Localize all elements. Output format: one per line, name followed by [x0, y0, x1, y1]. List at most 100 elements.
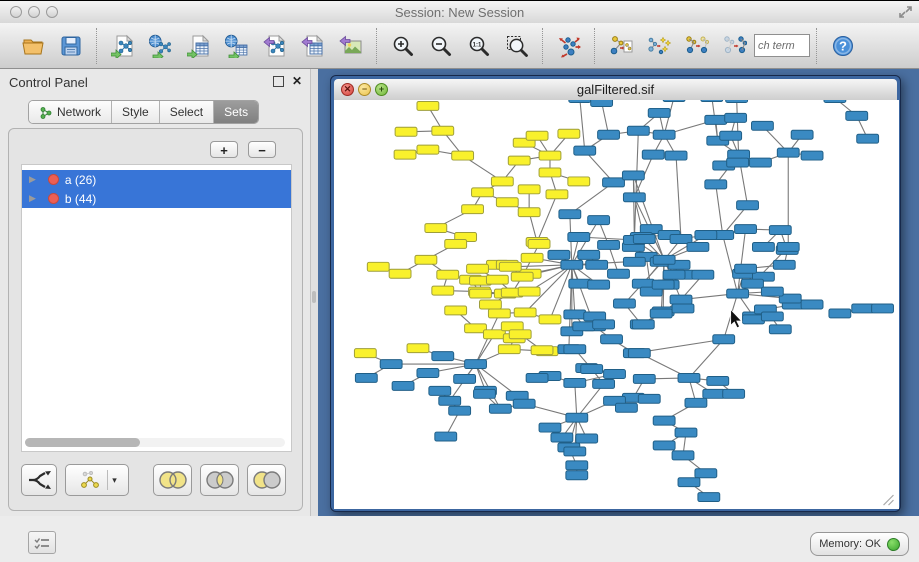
- tab-network[interactable]: Network: [29, 101, 112, 123]
- graph-node-blue[interactable]: [769, 226, 791, 235]
- graph-node-blue[interactable]: [633, 235, 655, 244]
- graph-node-yellow[interactable]: [539, 168, 561, 177]
- graph-node-blue[interactable]: [857, 134, 879, 143]
- graph-node-blue[interactable]: [465, 360, 487, 369]
- graph-node-yellow[interactable]: [432, 286, 454, 295]
- graph-node-yellow[interactable]: [486, 275, 508, 284]
- graph-node-yellow[interactable]: [518, 287, 540, 296]
- graph-node-yellow[interactable]: [425, 224, 447, 233]
- graph-node-yellow[interactable]: [480, 300, 502, 309]
- graph-node-blue[interactable]: [737, 201, 759, 210]
- search-input[interactable]: [754, 34, 810, 57]
- graph-node-yellow[interactable]: [432, 126, 454, 135]
- network-canvas[interactable]: [334, 100, 899, 509]
- graph-node-blue[interactable]: [474, 389, 496, 398]
- graph-node-blue[interactable]: [801, 151, 823, 160]
- graph-node-blue[interactable]: [725, 113, 747, 122]
- expand-caret-icon[interactable]: ▶: [29, 193, 36, 204]
- first-neighbors-button[interactable]: [640, 27, 678, 65]
- help-button[interactable]: ?: [824, 27, 862, 65]
- graph-node-yellow[interactable]: [488, 309, 510, 318]
- graph-node-yellow[interactable]: [499, 262, 521, 271]
- graph-node-blue[interactable]: [824, 100, 846, 102]
- graph-node-blue[interactable]: [614, 299, 636, 308]
- graph-node-blue[interactable]: [650, 309, 672, 318]
- apply-preferred-layout-button[interactable]: [550, 27, 588, 65]
- intersect-sets-button[interactable]: [200, 464, 239, 496]
- dropdown-arrow-icon[interactable]: ▾: [112, 475, 117, 486]
- graph-node-blue[interactable]: [489, 404, 511, 413]
- graph-node-blue[interactable]: [648, 108, 670, 117]
- graph-node-blue[interactable]: [687, 242, 709, 251]
- graph-node-blue[interactable]: [568, 233, 590, 242]
- graph-node-blue[interactable]: [454, 374, 476, 383]
- zoom-out-button[interactable]: [422, 27, 460, 65]
- graph-node-blue[interactable]: [829, 309, 851, 318]
- graph-node-blue[interactable]: [750, 158, 772, 167]
- graph-node-blue[interactable]: [449, 406, 471, 415]
- graph-node-blue[interactable]: [526, 373, 548, 382]
- float-panel-icon[interactable]: [273, 76, 284, 87]
- graph-node-blue[interactable]: [695, 231, 717, 240]
- graph-node-blue[interactable]: [727, 289, 749, 298]
- graph-node-yellow[interactable]: [354, 349, 376, 358]
- import-network-web-button[interactable]: [142, 27, 180, 65]
- memory-status-button[interactable]: Memory: OK: [810, 532, 909, 556]
- graph-node-yellow[interactable]: [511, 272, 533, 281]
- graph-node-blue[interactable]: [513, 399, 535, 408]
- graph-node-blue[interactable]: [727, 158, 749, 167]
- graph-node-blue[interactable]: [852, 304, 874, 313]
- graph-node-blue[interactable]: [653, 130, 675, 139]
- graph-node-yellow[interactable]: [508, 156, 530, 165]
- graph-node-blue[interactable]: [665, 151, 687, 160]
- graph-node-yellow[interactable]: [496, 198, 518, 207]
- graph-node-blue[interactable]: [392, 381, 414, 390]
- graph-node-blue[interactable]: [663, 270, 685, 279]
- graph-node-blue[interactable]: [601, 335, 623, 344]
- graph-node-yellow[interactable]: [526, 131, 548, 140]
- graph-node-blue[interactable]: [576, 434, 598, 443]
- graph-node-blue[interactable]: [628, 349, 650, 358]
- graph-node-blue[interactable]: [632, 320, 654, 329]
- graph-node-blue[interactable]: [723, 389, 745, 398]
- graph-node-blue[interactable]: [588, 280, 610, 289]
- graph-node-blue[interactable]: [720, 131, 742, 140]
- graph-node-blue[interactable]: [695, 469, 717, 478]
- graph-node-blue[interactable]: [564, 378, 586, 387]
- graph-node-blue[interactable]: [713, 335, 735, 344]
- graph-node-blue[interactable]: [701, 100, 723, 101]
- graph-node-yellow[interactable]: [483, 330, 505, 339]
- graph-node-blue[interactable]: [566, 413, 588, 422]
- graph-node-blue[interactable]: [435, 432, 457, 441]
- zoom-in-button[interactable]: [384, 27, 422, 65]
- tab-sets[interactable]: Sets: [214, 101, 258, 123]
- graph-node-blue[interactable]: [551, 433, 573, 442]
- graph-node-blue[interactable]: [429, 386, 451, 395]
- graph-node-blue[interactable]: [652, 280, 674, 289]
- graph-node-blue[interactable]: [564, 447, 586, 456]
- export-table-button[interactable]: [294, 27, 332, 65]
- tab-style[interactable]: Style: [112, 101, 160, 123]
- union-sets-button[interactable]: [153, 464, 192, 496]
- graph-node-blue[interactable]: [598, 240, 620, 249]
- graph-node-blue[interactable]: [627, 126, 649, 135]
- graph-node-blue[interactable]: [593, 320, 615, 329]
- graph-node-blue[interactable]: [604, 370, 626, 379]
- graph-node-blue[interactable]: [675, 428, 697, 437]
- graph-node-blue[interactable]: [432, 352, 454, 361]
- graph-node-blue[interactable]: [566, 461, 588, 470]
- graph-node-blue[interactable]: [872, 304, 894, 313]
- graph-node-blue[interactable]: [777, 242, 799, 251]
- graph-node-blue[interactable]: [692, 270, 714, 279]
- graph-node-blue[interactable]: [608, 269, 630, 278]
- graph-node-blue[interactable]: [638, 394, 660, 403]
- graph-node-yellow[interactable]: [417, 101, 439, 110]
- graph-node-blue[interactable]: [678, 373, 700, 382]
- graph-node-blue[interactable]: [623, 193, 645, 202]
- graph-node-blue[interactable]: [707, 376, 729, 385]
- graph-node-blue[interactable]: [769, 325, 791, 334]
- graph-node-yellow[interactable]: [415, 255, 437, 264]
- graph-node-blue[interactable]: [578, 250, 600, 259]
- save-session-button[interactable]: [52, 27, 90, 65]
- graph-node-blue[interactable]: [761, 312, 783, 321]
